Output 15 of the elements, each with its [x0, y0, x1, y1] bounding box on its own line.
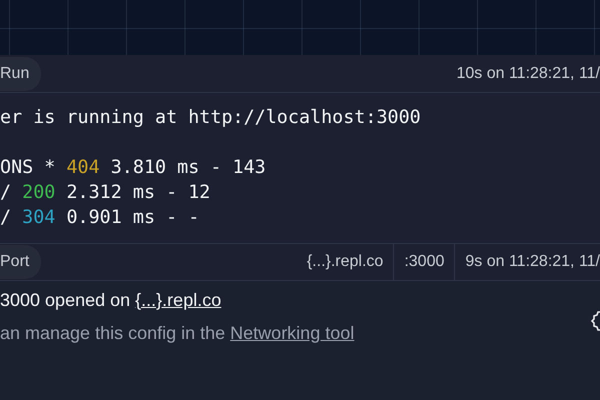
port-tab[interactable]: Port	[0, 245, 42, 279]
config-hint: an manage this config in the Networking tool	[0, 322, 356, 345]
log-line: / 304 0.901 ms - -	[0, 206, 200, 230]
log-line: ONS * 404 3.810 ms - 143	[0, 156, 267, 180]
settings-icon[interactable]	[590, 310, 600, 332]
port-label: :3000	[393, 244, 454, 280]
log-line: er is running at http://localhost:3000	[0, 106, 422, 130]
host-label: {...}.repl.co	[306, 252, 384, 272]
port-message: 3000 opened on {...}.repl.co	[0, 289, 222, 312]
log-line: / 200 2.312 ms - 12	[0, 181, 212, 205]
timestamp: 9s on 11:28:21, 11/	[454, 244, 600, 280]
networking-link[interactable]: Networking tool	[230, 323, 354, 343]
run-tab[interactable]: Run	[0, 56, 42, 90]
url-link[interactable]: {...}.repl.co	[135, 290, 222, 310]
timestamp: 10s on 11:28:21, 11/	[455, 64, 600, 84]
